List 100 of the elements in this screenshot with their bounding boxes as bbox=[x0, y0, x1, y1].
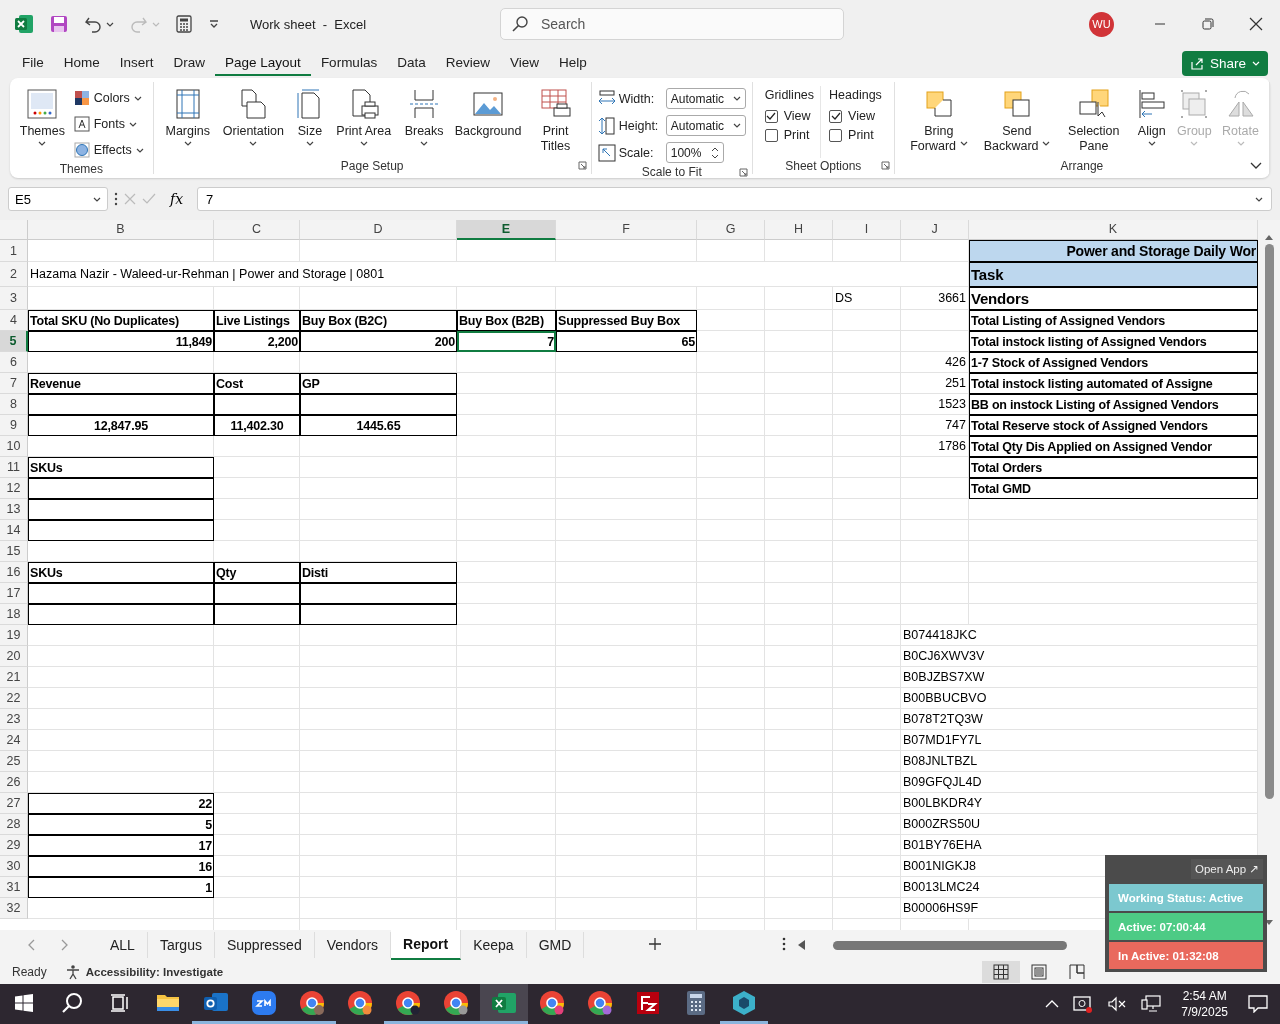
show-hidden-icons-icon[interactable] bbox=[1045, 1000, 1060, 1008]
row-header[interactable]: 27 bbox=[0, 793, 28, 814]
ribbon-button[interactable]: Effects bbox=[70, 138, 147, 162]
checkbox[interactable] bbox=[764, 128, 778, 142]
row-header[interactable]: 21 bbox=[0, 667, 28, 688]
ribbon-button[interactable]: Print Titles bbox=[526, 86, 585, 158]
ribbon-button[interactable]: Send Backward bbox=[978, 86, 1055, 158]
menu-tab[interactable]: Help bbox=[548, 50, 597, 76]
task-view-icon[interactable] bbox=[110, 992, 130, 1013]
notifications-icon[interactable] bbox=[1248, 995, 1268, 1013]
menu-tab[interactable]: Home bbox=[53, 50, 110, 76]
menu-tab[interactable]: File bbox=[12, 50, 54, 76]
ribbon-button[interactable]: Colors bbox=[70, 86, 147, 110]
name-box[interactable]: E5 bbox=[8, 187, 108, 211]
sync-app-icon[interactable] bbox=[1073, 995, 1094, 1013]
ribbon-button[interactable]: Margins bbox=[159, 86, 216, 158]
close-icon[interactable] bbox=[1249, 17, 1263, 31]
row-header[interactable]: 3 bbox=[0, 287, 28, 310]
row-header[interactable]: 18 bbox=[0, 604, 28, 625]
dialog-launcher-icon[interactable] bbox=[577, 161, 587, 170]
column-header[interactable]: F bbox=[556, 220, 697, 240]
row-header[interactable]: 6 bbox=[0, 352, 28, 373]
column-header[interactable]: B bbox=[28, 220, 214, 240]
row-header[interactable]: 2 bbox=[0, 262, 28, 287]
spinner-field[interactable]: 100% bbox=[665, 142, 724, 163]
next-sheet-icon[interactable] bbox=[60, 939, 68, 951]
search-icon[interactable] bbox=[61, 991, 83, 1014]
spreadsheet-logo-icon[interactable] bbox=[14, 14, 34, 34]
row-header[interactable]: 19 bbox=[0, 625, 28, 646]
restore-icon[interactable] bbox=[1202, 18, 1214, 30]
sheet-tab[interactable]: Report bbox=[391, 930, 462, 960]
user-avatar[interactable]: WU bbox=[1089, 11, 1114, 37]
share-button[interactable]: Share bbox=[1181, 50, 1268, 76]
ribbon-button[interactable]: Fonts bbox=[70, 112, 147, 136]
row-header[interactable]: 15 bbox=[0, 541, 28, 562]
sheet-tab[interactable]: Targus bbox=[147, 932, 215, 958]
scrollbar-thumb[interactable] bbox=[1264, 244, 1274, 799]
column-header[interactable]: E bbox=[457, 220, 556, 240]
column-header[interactable]: G bbox=[697, 220, 765, 240]
row-header[interactable]: 11 bbox=[0, 457, 28, 478]
accessibility-icon[interactable] bbox=[64, 964, 81, 980]
menu-tab[interactable]: Formulas bbox=[310, 50, 388, 76]
ribbon-button[interactable]: Selection Pane bbox=[1056, 86, 1131, 158]
ribbon-button[interactable]: Orientation bbox=[217, 86, 289, 158]
insert-function-button[interactable]: fx bbox=[170, 191, 184, 207]
scroll-left-icon[interactable] bbox=[798, 940, 806, 950]
search-field[interactable]: Search bbox=[500, 8, 844, 40]
add-sheet-icon[interactable] bbox=[648, 936, 663, 951]
row-header[interactable]: 22 bbox=[0, 688, 28, 709]
dialog-launcher-icon[interactable] bbox=[738, 168, 748, 177]
menu-tab[interactable]: View bbox=[499, 50, 549, 76]
clock[interactable]: 2:54 AM 7/9/2025 bbox=[1181, 988, 1228, 1020]
ribbon-button[interactable]: Size bbox=[290, 86, 329, 158]
dropdown-field[interactable]: Automatic bbox=[665, 88, 746, 109]
column-header[interactable]: K bbox=[969, 220, 1258, 240]
dialog-launcher-icon[interactable] bbox=[880, 161, 890, 170]
spinner-arrows-icon[interactable] bbox=[710, 145, 719, 160]
network-icon[interactable] bbox=[1141, 995, 1162, 1013]
sheet-tab[interactable]: ALL bbox=[98, 932, 148, 958]
more-options-icon[interactable] bbox=[782, 936, 787, 951]
row-header[interactable]: 29 bbox=[0, 835, 28, 856]
ribbon-button[interactable]: Print Area bbox=[331, 86, 397, 158]
row-header[interactable]: 7 bbox=[0, 373, 28, 394]
menu-tab[interactable]: Insert bbox=[109, 50, 164, 76]
checkbox[interactable] bbox=[764, 109, 778, 123]
ribbon-button[interactable]: Themes bbox=[16, 86, 69, 162]
menu-tab[interactable]: Page Layout bbox=[215, 50, 311, 76]
scroll-up-icon[interactable] bbox=[1265, 234, 1273, 240]
row-header[interactable]: 32 bbox=[0, 898, 28, 919]
open-app-link[interactable]: Open App ↗ bbox=[1191, 858, 1263, 879]
menu-tab[interactable]: Draw bbox=[163, 50, 216, 76]
row-header[interactable]: 30 bbox=[0, 856, 28, 877]
row-header[interactable]: 17 bbox=[0, 583, 28, 604]
row-header[interactable]: 16 bbox=[0, 562, 28, 583]
windows-logo-icon[interactable] bbox=[15, 993, 33, 1012]
accessibility-status[interactable]: Accessibility: Investigate bbox=[85, 966, 224, 978]
row-header[interactable]: 4 bbox=[0, 310, 28, 331]
row-header[interactable]: 25 bbox=[0, 751, 28, 772]
checkbox[interactable] bbox=[829, 128, 843, 142]
ribbon-button[interactable]: Breaks bbox=[398, 86, 450, 158]
previous-sheet-icon[interactable] bbox=[28, 939, 36, 951]
save-icon[interactable] bbox=[50, 15, 68, 33]
ribbon-button[interactable]: Background bbox=[451, 86, 525, 158]
sheet-tab[interactable]: GMD bbox=[526, 932, 585, 958]
sheet-tab[interactable]: Keepa bbox=[461, 932, 527, 958]
column-header[interactable]: I bbox=[833, 220, 901, 240]
row-header[interactable]: 8 bbox=[0, 394, 28, 415]
view-button[interactable] bbox=[982, 961, 1020, 983]
ribbon-button[interactable]: Align bbox=[1132, 86, 1171, 158]
row-header[interactable]: 13 bbox=[0, 499, 28, 520]
row-header[interactable]: 1 bbox=[0, 240, 28, 262]
menu-tab[interactable]: Data bbox=[387, 50, 436, 76]
row-header[interactable]: 9 bbox=[0, 415, 28, 436]
row-header[interactable]: 31 bbox=[0, 877, 28, 898]
calculator-icon[interactable] bbox=[176, 15, 192, 33]
row-header[interactable]: 20 bbox=[0, 646, 28, 667]
collapse-ribbon-icon[interactable] bbox=[1250, 162, 1262, 170]
formula-input[interactable]: 7 bbox=[197, 187, 1272, 211]
checkbox[interactable] bbox=[829, 109, 843, 123]
horizontal-scrollbar-thumb[interactable] bbox=[833, 940, 1068, 950]
